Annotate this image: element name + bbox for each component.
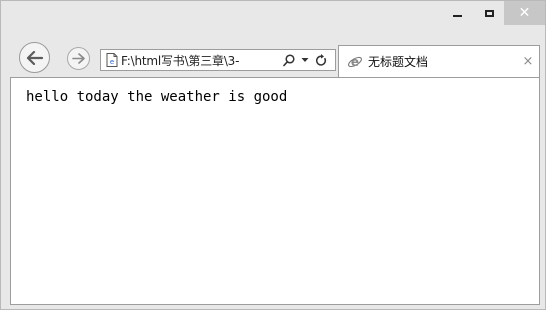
chevron-down-icon <box>301 58 309 62</box>
address-input[interactable]: F:\html写书\第三章\3- <box>121 52 279 69</box>
title-bar: ✕ <box>1 1 545 39</box>
page-content: hello today the weather is good <box>10 77 540 305</box>
back-arrow-icon <box>26 50 43 65</box>
close-tab-button[interactable]: × <box>517 54 539 69</box>
forward-button[interactable] <box>67 47 90 70</box>
navigation-bar: e F:\html写书\第三章\3- e 无标题文档 × <box>1 39 545 77</box>
address-bar[interactable]: e F:\html写书\第三章\3- <box>100 49 336 71</box>
page-icon: e <box>103 50 121 70</box>
refresh-icon <box>315 53 327 66</box>
search-icon <box>283 53 295 66</box>
page-text: hello today the weather is good <box>26 89 288 105</box>
maximize-button[interactable] <box>474 1 504 25</box>
tab-title: 无标题文档 <box>368 55 429 69</box>
address-dropdown-button[interactable] <box>297 50 313 70</box>
svg-text:e: e <box>110 58 114 66</box>
browser-window: ✕ e F:\html写书\第三章\3- e 无标题文档 × hello tod… <box>0 0 546 310</box>
forward-arrow-icon <box>72 53 85 64</box>
close-icon: ✕ <box>518 5 531 21</box>
search-button[interactable] <box>281 50 297 70</box>
browser-tab[interactable]: e 无标题文档 × <box>338 45 540 77</box>
ie-icon: e <box>347 54 363 70</box>
minimize-icon <box>452 15 462 17</box>
address-tools <box>281 50 329 70</box>
maximize-icon <box>484 9 494 17</box>
back-button[interactable] <box>19 42 50 73</box>
svg-text:e: e <box>351 55 359 69</box>
refresh-button[interactable] <box>313 50 329 70</box>
minimize-button[interactable] <box>440 1 474 25</box>
close-window-button[interactable]: ✕ <box>504 1 545 25</box>
